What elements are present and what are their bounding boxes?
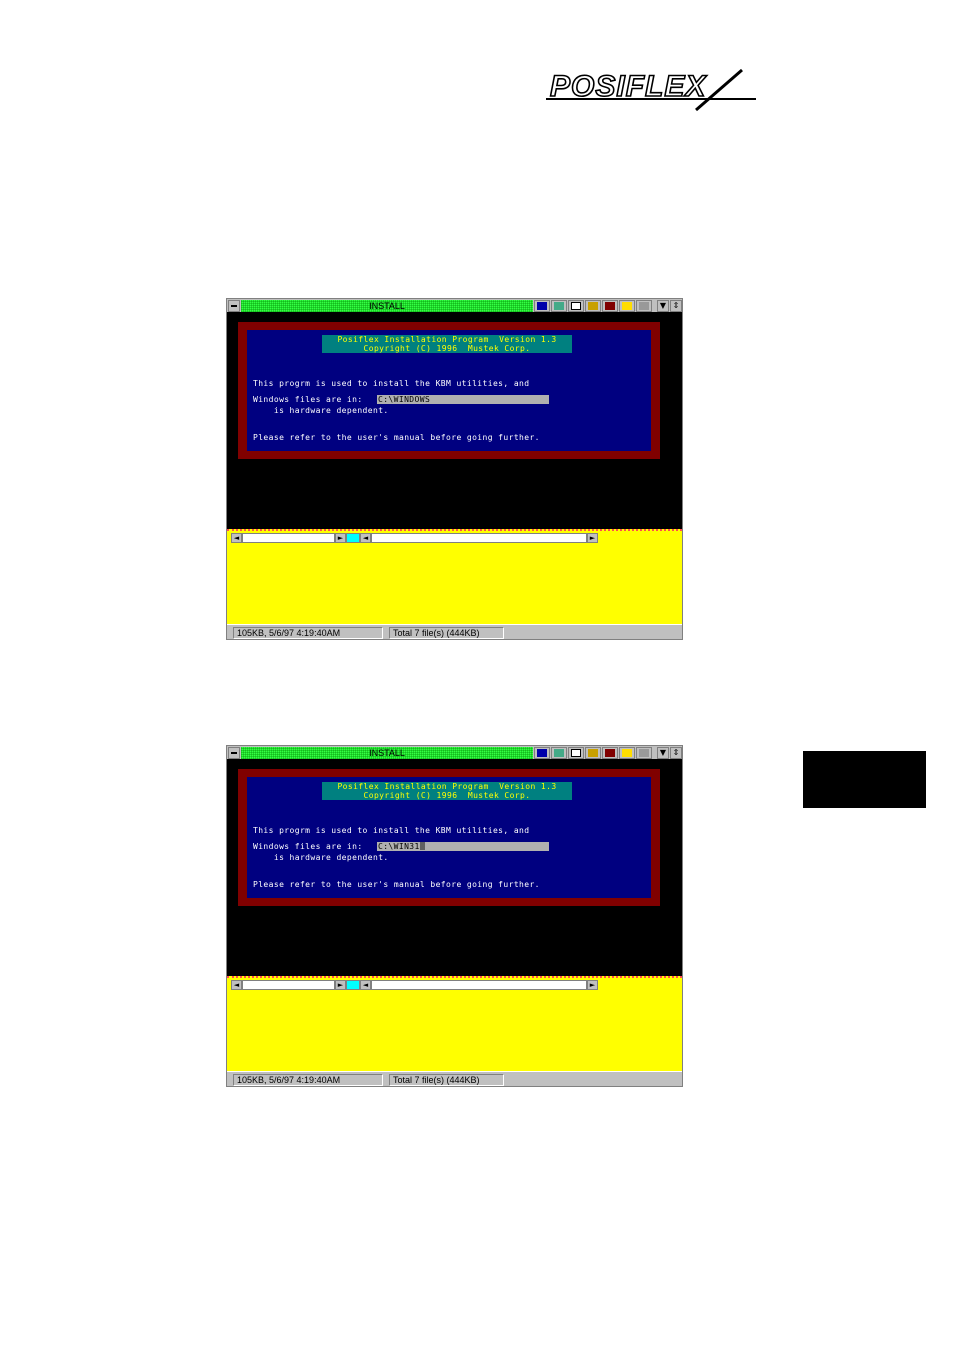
windows-path-input[interactable]: C:\WINDOWS: [377, 395, 549, 404]
scroll-track[interactable]: [242, 533, 335, 543]
scroll-track[interactable]: [371, 533, 587, 543]
dialog-body: This progrm is used to install the KBM u…: [253, 808, 540, 907]
mode-icon[interactable]: [534, 300, 550, 312]
paste-icon[interactable]: [585, 747, 601, 759]
file-pane: ◄ ► ◄ ►: [227, 529, 682, 624]
system-menu-button[interactable]: [228, 747, 240, 759]
scroll-right-arrow-icon[interactable]: ►: [587, 980, 598, 990]
program-title: Posiflex Installation Program Version 1.…: [337, 782, 557, 791]
title-bar-fill: INSTALL: [241, 300, 533, 312]
copyright-line: Copyright (C) 1996 Mustek Corp.: [363, 344, 531, 353]
dialog-body: This progrm is used to install the KBM u…: [253, 361, 540, 460]
copy-icon[interactable]: [568, 747, 584, 759]
dialog-frame: Posiflex Installation Program Version 1.…: [238, 322, 660, 459]
install-window-2: INSTALL ▼ ⇕ Posiflex Installation Progra…: [226, 745, 683, 1087]
system-menu-button[interactable]: [228, 300, 240, 312]
restore-button[interactable]: ⇕: [670, 747, 682, 759]
title-bar: INSTALL ▼ ⇕: [227, 299, 682, 313]
body-line: Please refer to the user's manual before…: [253, 433, 540, 442]
file-pane: ◄ ► ◄ ►: [227, 976, 682, 1071]
scroll-left-arrow-icon[interactable]: ◄: [360, 533, 371, 543]
body-line: This progrm is used to install the KBM u…: [253, 379, 530, 388]
scroll-right-arrow-icon[interactable]: ►: [587, 533, 598, 543]
title-bar: INSTALL ▼ ⇕: [227, 746, 682, 760]
dialog-frame: Posiflex Installation Program Version 1.…: [238, 769, 660, 906]
posiflex-logo-mark: POSIFLEX: [546, 68, 756, 112]
program-title: Posiflex Installation Program Version 1.…: [337, 335, 557, 344]
title-bar-fill: INSTALL: [241, 747, 533, 759]
status-selected-file: 105KB, 5/6/97 4:19:40AM: [233, 1074, 383, 1086]
toolbar: [534, 747, 652, 759]
background-icon[interactable]: [636, 747, 652, 759]
fullscreen-icon[interactable]: [602, 747, 618, 759]
scroll-track[interactable]: [242, 980, 335, 990]
splitter-handle[interactable]: [346, 533, 360, 543]
minimize-button[interactable]: ▼: [657, 747, 669, 759]
copy-icon[interactable]: [568, 300, 584, 312]
window-title: INSTALL: [369, 748, 405, 758]
toolbar: [534, 300, 652, 312]
window-title: INSTALL: [369, 301, 405, 311]
status-total: Total 7 file(s) (444KB): [389, 627, 504, 639]
install-window-1: INSTALL ▼ ⇕ Posiflex Installation Progra…: [226, 298, 683, 640]
windows-path-value: C:\WIN31: [378, 842, 420, 851]
dialog-panel: Posiflex Installation Program Version 1.…: [247, 777, 651, 898]
splitter-handle[interactable]: [346, 980, 360, 990]
dialog-header: Posiflex Installation Program Version 1.…: [322, 782, 572, 800]
windows-path-value: C:\WINDOWS: [378, 395, 431, 404]
scroll-left-arrow-icon[interactable]: ◄: [231, 980, 242, 990]
status-selected-file: 105KB, 5/6/97 4:19:40AM: [233, 627, 383, 639]
fullscreen-icon[interactable]: [602, 300, 618, 312]
status-bar: 105KB, 5/6/97 4:19:40AM Total 7 file(s) …: [227, 624, 682, 639]
windows-path-input[interactable]: C:\WIN31: [377, 842, 549, 851]
minimize-button[interactable]: ▼: [657, 300, 669, 312]
restore-button[interactable]: ⇕: [670, 300, 682, 312]
body-line: is hardware dependent.: [253, 406, 389, 415]
body-line: is hardware dependent.: [253, 853, 389, 862]
mode-icon[interactable]: [534, 747, 550, 759]
body-line: This progrm is used to install the KBM u…: [253, 826, 530, 835]
dos-screen: Posiflex Installation Program Version 1.…: [227, 314, 682, 529]
status-total: Total 7 file(s) (444KB): [389, 1074, 504, 1086]
field-label: Windows files are in:: [253, 395, 363, 404]
body-line: Please refer to the user's manual before…: [253, 880, 540, 889]
posiflex-logo: POSIFLEX: [546, 66, 778, 112]
scroll-right-arrow-icon[interactable]: ►: [335, 533, 346, 543]
settings-icon[interactable]: [619, 300, 635, 312]
scroll-right-arrow-icon[interactable]: ►: [335, 980, 346, 990]
text-cursor: [419, 842, 425, 850]
mark-icon[interactable]: [551, 300, 567, 312]
background-icon[interactable]: [636, 300, 652, 312]
paste-icon[interactable]: [585, 300, 601, 312]
settings-icon[interactable]: [619, 747, 635, 759]
chapter-tab: [803, 751, 926, 808]
scroll-track[interactable]: [371, 980, 587, 990]
mark-icon[interactable]: [551, 747, 567, 759]
field-label: Windows files are in:: [253, 842, 363, 851]
dos-screen: Posiflex Installation Program Version 1.…: [227, 761, 682, 976]
scroll-left-arrow-icon[interactable]: ◄: [231, 533, 242, 543]
scroll-left-arrow-icon[interactable]: ◄: [360, 980, 371, 990]
dialog-panel: Posiflex Installation Program Version 1.…: [247, 330, 651, 451]
status-bar: 105KB, 5/6/97 4:19:40AM Total 7 file(s) …: [227, 1071, 682, 1086]
dialog-header: Posiflex Installation Program Version 1.…: [322, 335, 572, 353]
copyright-line: Copyright (C) 1996 Mustek Corp.: [363, 791, 531, 800]
